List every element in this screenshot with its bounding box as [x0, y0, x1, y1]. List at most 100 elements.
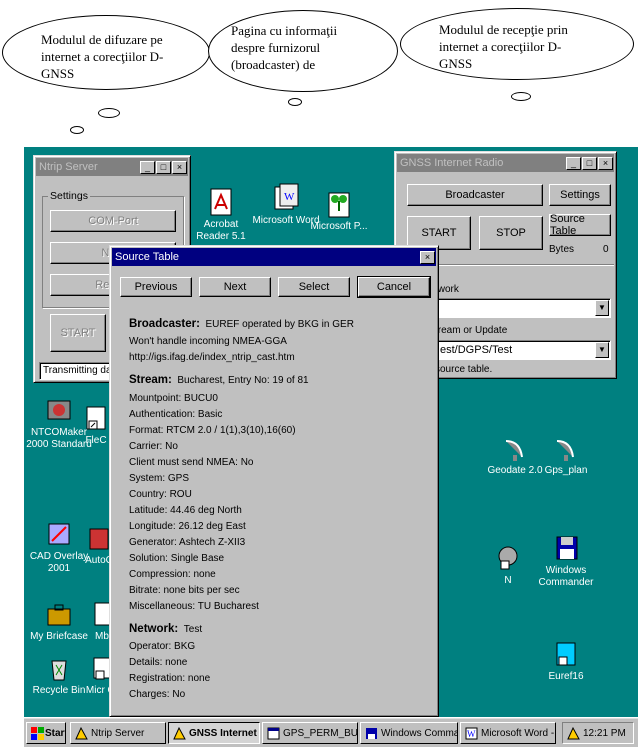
broadcaster-url[interactable]: http://igs.ifag.de/index_ntrip_cast.htm: [129, 352, 295, 363]
close-button[interactable]: ×: [598, 156, 613, 170]
status-text: source table.: [435, 364, 493, 375]
stream-heading: Stream: Bucharest, Entry No: 19 of 81: [129, 374, 309, 386]
desktop-icon-label: Acrobat Reader 5.1: [196, 219, 246, 242]
clock: 12:21 PM: [583, 727, 626, 739]
desktop-icon-euref16[interactable]: Euref16: [531, 639, 601, 683]
floppy-disk-icon: [365, 727, 378, 740]
minimize-button[interactable]: _: [140, 160, 155, 174]
desktop-icon-label: N: [504, 575, 512, 586]
maximize-button[interactable]: □: [156, 160, 171, 174]
desktop-icon-gps-plan[interactable]: Gps_plan: [531, 433, 601, 477]
cancel-button[interactable]: Cancel: [357, 276, 431, 298]
stream-row: System: GPS: [129, 473, 190, 484]
desktop-icon-label: Gps_plan: [544, 465, 588, 476]
windows-logo-icon: [31, 727, 44, 740]
source-table-dialog: Source Table × Previous Next Select Canc…: [109, 245, 439, 717]
stream-row: Solution: Single Base: [129, 553, 225, 564]
desktop-icon-label: Euref16: [548, 671, 584, 682]
desktop-icon-n[interactable]: N: [488, 543, 528, 587]
desktop-icon-windows-commander[interactable]: Windows Commander: [531, 533, 601, 589]
window-icon: [267, 727, 280, 740]
gnss-radio-title: GNSS Internet Radio: [400, 157, 504, 169]
network-row: Details: none: [129, 657, 188, 668]
network-icon: [493, 543, 523, 573]
network-row: Registration: none: [129, 673, 211, 684]
ntrip-server-titlebar: Ntrip Server _ □ ×: [36, 158, 188, 176]
stream-row: Latitude: 44.46 deg North: [129, 505, 242, 516]
settings-button[interactable]: Settings: [549, 184, 611, 206]
satellite-dish-icon: [551, 433, 581, 463]
taskbar-item-ntrip-server[interactable]: Ntrip Server: [70, 722, 166, 744]
stream-row: Authentication: Basic: [129, 409, 223, 420]
callout-text-right: Modulul de recepţie prin internet a core…: [439, 22, 568, 71]
close-button[interactable]: ×: [420, 250, 435, 264]
bytes-value: 0: [603, 244, 609, 255]
stream-select-value: est/DGPS/Test: [440, 344, 513, 356]
stream-label: tream or Update: [435, 325, 508, 336]
stream-row: Bitrate: none bits per sec: [129, 585, 240, 596]
select-button[interactable]: Select: [278, 277, 350, 297]
stream-row: Carrier: No: [129, 441, 178, 452]
close-button[interactable]: ×: [172, 160, 187, 174]
source-table-title: Source Table: [115, 251, 180, 263]
stream-row: Client must send NMEA: No: [129, 457, 254, 468]
network-row: Operator: BKG: [129, 641, 196, 652]
maximize-button[interactable]: □: [582, 156, 597, 170]
stream-row: Longitude: 26.12 deg East: [129, 521, 246, 532]
callout-bubble: [288, 98, 302, 106]
start-button[interactable]: Start: [26, 722, 66, 744]
taskbar-item-gps-perm[interactable]: GPS_PERM_BUC...: [262, 722, 358, 744]
previous-button[interactable]: Previous: [120, 277, 192, 297]
cad-icon: [44, 519, 74, 549]
taskbar-item-label: GNSS Internet ...: [189, 727, 259, 739]
ntcomaker-icon: [44, 395, 74, 425]
network-heading: Network: Test: [129, 623, 203, 635]
briefcase-icon: [44, 599, 74, 629]
euref-icon: [551, 639, 581, 669]
svg-text:W: W: [467, 729, 476, 739]
network-select[interactable]: ▼: [435, 298, 611, 318]
taskbar-item-microsoft-word[interactable]: W Microsoft Word - D...: [460, 722, 556, 744]
acrobat-icon: [206, 187, 236, 217]
desktop-icon-acrobat[interactable]: Acrobat Reader 5.1: [186, 187, 256, 243]
chevron-down-icon[interactable]: ▼: [595, 300, 609, 316]
callout-cloud-middle: Pagina cu informaţii despre furnizorul (…: [208, 10, 398, 92]
desktop-icon-label: Microsoft P...: [310, 221, 368, 232]
com-port-button[interactable]: COM-Port: [50, 210, 176, 232]
callout-cloud-right: Modulul de recepţie prin internet a core…: [400, 8, 634, 80]
chevron-down-icon[interactable]: ▼: [595, 342, 609, 358]
broadcaster-button[interactable]: Broadcaster: [407, 184, 543, 206]
taskbar: Start Ntrip Server GNSS Internet ... GPS…: [24, 717, 638, 747]
taskbar-item-windows-commander[interactable]: Windows Command...: [360, 722, 458, 744]
taskbar-item-label: Microsoft Word - D...: [481, 727, 555, 739]
desktop: Acrobat Reader 5.1 W Microsoft Word Micr…: [24, 147, 638, 717]
start-button[interactable]: START: [50, 314, 106, 352]
taskbar-item-label: GPS_PERM_BUC...: [283, 727, 358, 739]
stream-row: Generator: Ashtech Z-XII3: [129, 537, 246, 548]
ntrip-icon: [173, 726, 186, 740]
satellite-dish-icon: [500, 433, 530, 463]
stop-button[interactable]: STOP: [479, 216, 543, 250]
taskbar-item-label: Ntrip Server: [91, 727, 145, 739]
taskbar-item-gnss-radio[interactable]: GNSS Internet ...: [168, 722, 260, 744]
callout-bubble: [511, 92, 531, 101]
minimize-button[interactable]: _: [566, 156, 581, 170]
stream-select[interactable]: est/DGPS/Test ▼: [435, 340, 611, 360]
callout-bubble: [98, 108, 120, 118]
next-button[interactable]: Next: [199, 277, 271, 297]
gnss-radio-titlebar: GNSS Internet Radio _ □ ×: [397, 154, 614, 172]
callout-text-left: Modulul de difuzare pe internet a corecţ…: [41, 32, 164, 81]
desktop-icon-label: My Briefcase: [30, 631, 88, 642]
floppy-disk-icon: [551, 533, 581, 563]
network-row: Charges: No: [129, 689, 186, 700]
source-table-button[interactable]: Source Table: [549, 213, 611, 237]
desktop-icon-label: FleC: [85, 435, 107, 446]
settings-group-label: Settings: [48, 190, 90, 202]
source-table-titlebar: Source Table ×: [112, 248, 436, 266]
ntrip-server-title: Ntrip Server: [39, 161, 98, 173]
broadcaster-note: Won't handle incoming NMEA-GGA: [129, 336, 287, 347]
stream-row: Miscellaneous: TU Bucharest: [129, 601, 259, 612]
tray-icon[interactable]: [567, 726, 580, 740]
word-icon: W: [271, 183, 301, 213]
desktop-icon-microsoft-p[interactable]: Microsoft P...: [304, 189, 374, 233]
